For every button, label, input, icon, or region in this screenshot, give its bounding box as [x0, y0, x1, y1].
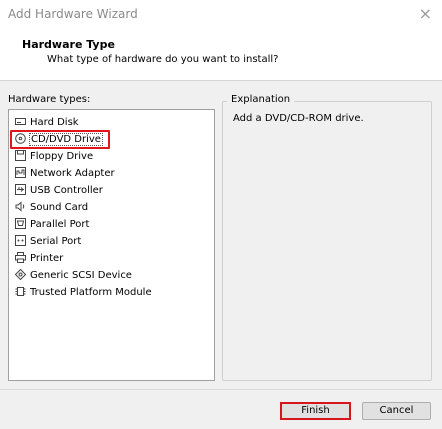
tpm-icon — [15, 286, 26, 297]
cd-dvd-icon — [15, 132, 26, 144]
hardware-item-serial-port[interactable]: Serial Port — [15, 234, 81, 249]
parallel-port-icon — [15, 217, 26, 229]
title-bar: Add Hardware Wizard × — [0, 0, 442, 28]
hardware-item-label: Network Adapter — [30, 168, 115, 179]
usb-icon — [15, 183, 26, 195]
hardware-item-label: Hard Disk — [30, 117, 79, 128]
hardware-item-network-adapter[interactable]: Network Adapter — [15, 166, 115, 181]
hardware-item-parallel-port[interactable]: Parallel Port — [15, 217, 89, 232]
hardware-item-label: Generic SCSI Device — [30, 270, 132, 281]
explanation-label: Explanation — [227, 94, 295, 105]
hardware-item-usb-controller[interactable]: USB Controller — [15, 183, 103, 198]
network-adapter-icon — [15, 166, 26, 178]
sound-card-icon — [15, 200, 26, 212]
hardware-item-label: Printer — [30, 253, 64, 264]
hardware-types-list[interactable]: Hard Disk CD/DVD Drive Floppy Drive Netw… — [8, 109, 215, 381]
explanation-group — [222, 101, 432, 381]
window-title: Add Hardware Wizard — [8, 7, 138, 21]
explanation-text: Add a DVD/CD-ROM drive. — [233, 113, 364, 124]
hardware-item-label: CD/DVD Drive — [29, 133, 103, 146]
hardware-item-label: Serial Port — [30, 236, 82, 247]
close-icon[interactable]: × — [419, 4, 432, 23]
hardware-item-floppy-drive[interactable]: Floppy Drive — [15, 149, 93, 164]
hardware-item-label: Floppy Drive — [30, 151, 94, 162]
hardware-item-generic-scsi-device[interactable]: Generic SCSI Device — [15, 268, 132, 283]
hardware-item-hard-disk[interactable]: Hard Disk — [15, 115, 79, 130]
hardware-item-trusted-platform-module[interactable]: Trusted Platform Module — [15, 285, 152, 300]
serial-port-icon — [15, 234, 26, 246]
hardware-item-printer[interactable]: Printer — [15, 251, 63, 266]
hardware-item-cd-dvd-drive[interactable]: CD/DVD Drive — [10, 130, 110, 149]
hardware-item-label: Parallel Port — [30, 219, 90, 230]
page-title: Hardware Type — [22, 38, 115, 51]
page-subtitle: What type of hardware do you want to ins… — [47, 54, 279, 65]
floppy-icon — [15, 149, 26, 161]
hard-disk-icon — [15, 116, 26, 127]
footer-divider — [0, 389, 442, 390]
scsi-icon — [15, 268, 26, 280]
cancel-button[interactable]: Cancel — [362, 402, 431, 420]
printer-icon — [15, 251, 26, 263]
finish-button[interactable]: Finish — [280, 402, 351, 420]
wizard-header: Hardware Type What type of hardware do y… — [0, 28, 442, 81]
hardware-types-label: Hardware types: — [8, 94, 91, 105]
hardware-item-label: USB Controller — [30, 185, 103, 196]
hardware-item-label: Sound Card — [30, 202, 89, 213]
hardware-item-label: Trusted Platform Module — [30, 287, 152, 298]
hardware-item-sound-card[interactable]: Sound Card — [15, 200, 88, 215]
